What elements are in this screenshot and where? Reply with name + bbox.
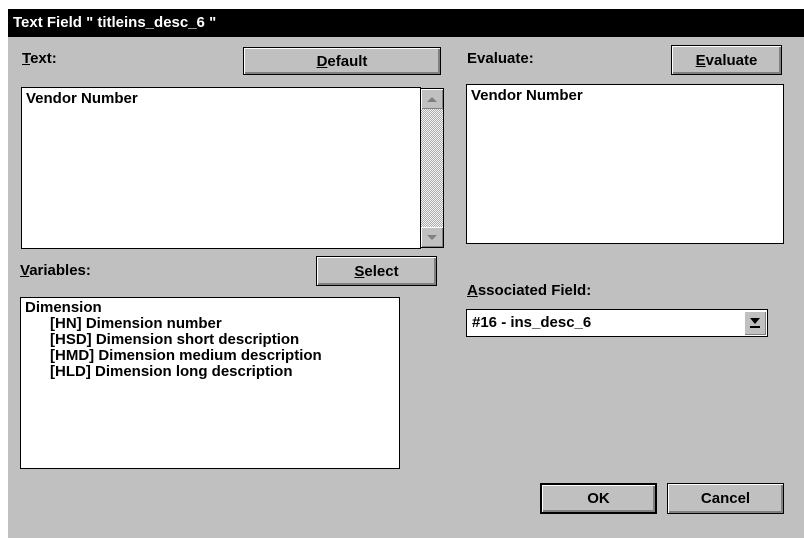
window-title: Text Field " titleins_desc_6 "	[13, 14, 217, 31]
cancel-button[interactable]: Cancel	[667, 483, 784, 514]
arrow-up-icon	[427, 96, 437, 102]
title-bar[interactable]: Text Field " titleins_desc_6 "	[8, 9, 804, 37]
arrow-down-icon	[427, 234, 437, 240]
dropdown-button[interactable]	[744, 311, 766, 335]
variables-label: Variables:	[20, 262, 91, 279]
text-label: Text:	[22, 50, 57, 67]
associated-field-label: Associated Field:	[467, 282, 592, 299]
evaluate-output: Vendor Number	[466, 84, 784, 244]
scroll-up-button[interactable]	[421, 89, 443, 109]
variables-list[interactable]: Dimension [HN] Dimension number [HSD] Di…	[20, 297, 400, 469]
evaluate-button[interactable]: Evaluate	[671, 45, 782, 75]
text-area[interactable]: Vendor Number	[21, 87, 421, 249]
default-button[interactable]: Default	[243, 47, 441, 75]
associated-field-dropdown[interactable]: #16 - ins_desc_6	[466, 309, 768, 337]
text-area-scrollbar[interactable]	[420, 88, 444, 248]
evaluate-label: Evaluate:	[467, 50, 534, 67]
scroll-down-button[interactable]	[421, 227, 443, 247]
chevron-down-icon	[750, 318, 760, 324]
associated-field-value: #16 - ins_desc_6	[472, 314, 592, 331]
select-button[interactable]: Select	[316, 256, 437, 286]
ok-button[interactable]: OK	[540, 483, 657, 514]
